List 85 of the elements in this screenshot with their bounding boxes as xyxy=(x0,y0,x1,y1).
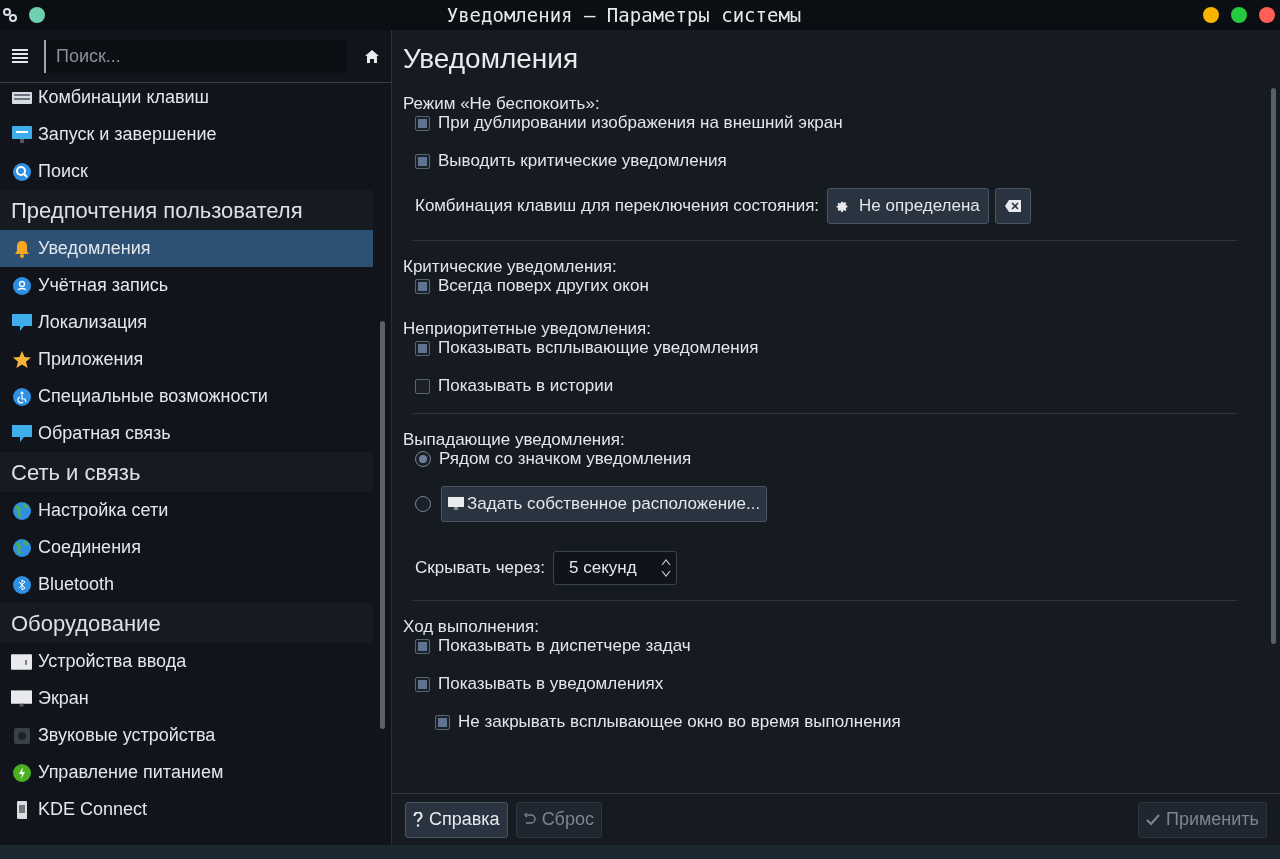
globe-icon xyxy=(12,538,31,557)
checkbox-label: Показывать в уведомлениях xyxy=(438,673,664,696)
sidebar-item[interactable]: Комбинации клавиш xyxy=(0,79,373,116)
window-title: Уведомления — Параметры системы xyxy=(445,2,803,28)
shortcut-label: Комбинация клавиш для переключения состояния: xyxy=(415,195,820,218)
checkbox-label: Не закрывать всплывающее окно во время выполнения xyxy=(458,711,901,734)
sidebar-section-header: Предпочтения пользователя xyxy=(0,190,373,230)
radio-button[interactable] xyxy=(415,451,431,467)
bluetooth-icon xyxy=(12,575,31,594)
radio-button[interactable] xyxy=(415,496,431,512)
home-icon[interactable] xyxy=(365,49,379,63)
globe-icon xyxy=(12,501,31,520)
sidebar-item[interactable]: Bluetooth xyxy=(0,566,373,603)
spin-label: Скрывать через: xyxy=(415,557,546,580)
sidebar-item[interactable]: KDE Connect xyxy=(0,791,373,828)
sidebar-item[interactable]: Обратная связь xyxy=(0,415,373,452)
section-title: Критические уведомления: xyxy=(403,257,618,277)
checkbox-label: Показывать в диспетчере задач xyxy=(438,635,691,658)
sidebar-item[interactable]: Локализация xyxy=(0,304,373,341)
custom-position-button[interactable]: Задать собственное расположение... xyxy=(441,486,768,522)
search-icon xyxy=(12,162,31,181)
page-title: Уведомления xyxy=(403,42,580,76)
sidebar-item[interactable]: Звуковые устройства xyxy=(0,717,373,754)
maximize-button[interactable] xyxy=(1231,7,1247,23)
bell-icon xyxy=(12,239,31,258)
checkbox[interactable] xyxy=(415,340,430,356)
section-title: Выпадающие уведомления: xyxy=(403,430,626,450)
minimize-button[interactable] xyxy=(1203,7,1219,23)
sidebar-item[interactable]: Поиск xyxy=(0,153,373,190)
scrollbar[interactable] xyxy=(1271,88,1276,644)
backspace-icon xyxy=(1004,200,1021,212)
gear-icon xyxy=(3,8,17,22)
gear-icon xyxy=(836,199,850,213)
checkbox[interactable] xyxy=(415,153,430,169)
section-title: Ход выполнения: xyxy=(403,617,540,637)
keyboard-icon xyxy=(11,653,32,670)
checkbox-label: Показывать в истории xyxy=(438,375,614,398)
help-button[interactable]: Справка xyxy=(405,801,508,838)
sidebar-item[interactable]: Устройства ввода xyxy=(0,643,373,680)
sidebar-item[interactable]: Уведомления xyxy=(0,230,373,267)
sidebar-item[interactable]: Приложения xyxy=(0,341,373,378)
star-icon xyxy=(12,350,31,369)
question-icon xyxy=(413,812,423,827)
checkbox-label: Выводить критические уведомления xyxy=(438,150,727,173)
speaker-icon xyxy=(12,726,31,745)
sidebar-section-header: Сеть и связь xyxy=(0,452,373,492)
search-field[interactable]: Поиск... xyxy=(43,39,348,73)
checkbox-label: При дублировании изображения на внешний экран xyxy=(438,112,843,135)
sidebar-item[interactable]: Управление питанием xyxy=(0,754,373,791)
section-title: Неприоритетные уведомления: xyxy=(403,319,653,339)
phone-icon xyxy=(15,800,28,819)
accessibility-icon xyxy=(12,387,31,406)
sidebar-item[interactable]: Запуск и завершение xyxy=(0,116,373,153)
clear-button[interactable] xyxy=(994,188,1031,224)
checkbox[interactable] xyxy=(415,115,430,131)
sidebar-section-header: Оборудование xyxy=(0,603,373,643)
sidebar-item[interactable]: Соединения xyxy=(0,529,373,566)
sidebar-item[interactable]: Учётная запись xyxy=(0,267,373,304)
battery-icon xyxy=(12,763,31,782)
checkbox[interactable] xyxy=(415,638,430,654)
checkbox[interactable] xyxy=(415,676,430,692)
chat-icon xyxy=(11,313,32,332)
checkbox[interactable] xyxy=(435,714,450,730)
undo-icon xyxy=(523,813,536,826)
monitor-icon xyxy=(11,689,32,708)
checkbox-label: Всегда поверх других окон xyxy=(438,275,649,298)
checkbox[interactable] xyxy=(415,278,430,294)
spin-box[interactable]: 5 секунд xyxy=(553,551,678,585)
chat-icon xyxy=(11,424,32,443)
check-icon xyxy=(1146,813,1160,826)
checkbox[interactable] xyxy=(415,378,430,394)
menu-icon[interactable] xyxy=(12,49,28,63)
monitor-icon xyxy=(11,125,32,144)
checkbox-label: Показывать всплывающие уведомления xyxy=(438,337,759,360)
sidebar-item[interactable]: Настройка сети xyxy=(0,492,373,529)
scrollbar[interactable] xyxy=(379,321,385,729)
user-icon xyxy=(12,276,31,295)
sidebar-item[interactable]: Экран xyxy=(0,680,373,717)
section-title: Режим «Не беспокоить»: xyxy=(403,94,601,114)
radio-label: Рядом со значком уведомления xyxy=(439,448,692,471)
sidebar-item[interactable]: Специальные возможности xyxy=(0,378,373,415)
monitor-icon xyxy=(448,497,464,511)
shortcut-button[interactable]: Не определена xyxy=(827,188,989,224)
keyboard-icon xyxy=(11,91,32,104)
close-button[interactable] xyxy=(1259,7,1275,23)
